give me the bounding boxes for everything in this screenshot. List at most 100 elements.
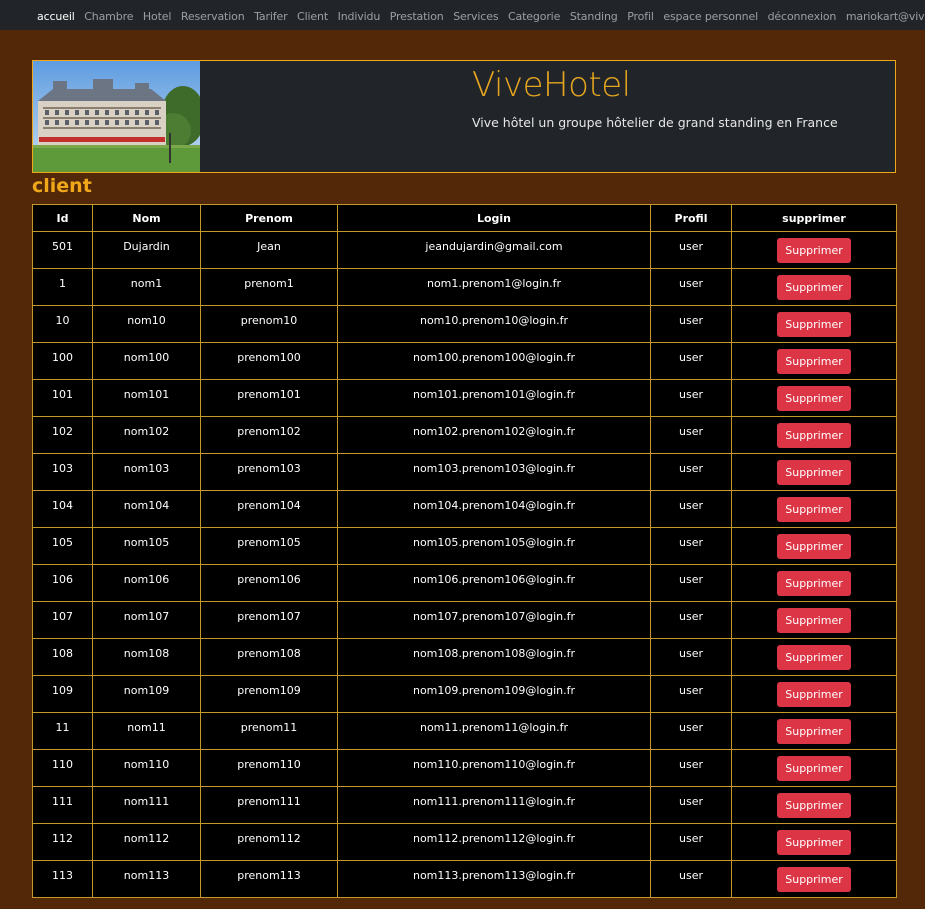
cell-prenom: prenom109	[200, 675, 338, 713]
cell-id: 101	[32, 379, 93, 417]
table-row: 11 nom11 prenom11 nom11.prenom11@login.fr us…	[32, 712, 897, 750]
cell-profil: user	[650, 342, 732, 380]
nav-item-services[interactable]: Services	[453, 10, 498, 23]
nav-item-profil[interactable]: Profil	[627, 10, 654, 23]
delete-button[interactable]: Supprimer	[777, 386, 851, 411]
cell-login: nom1.prenom1@login.fr	[337, 268, 651, 306]
nav-item-accueil[interactable]: accueil	[37, 10, 75, 23]
nav-item-client[interactable]: Client	[297, 10, 328, 23]
cell-profil: user	[650, 564, 732, 602]
cell-supprimer: Supprimer	[731, 860, 897, 898]
cell-login: nom10.prenom10@login.fr	[337, 305, 651, 343]
cell-prenom: prenom107	[200, 601, 338, 639]
table-row: 112 nom112 prenom112 nom112.prenom112@login…	[32, 823, 897, 861]
cell-id: 102	[32, 416, 93, 454]
cell-prenom: prenom102	[200, 416, 338, 454]
cell-supprimer: Supprimer	[731, 416, 897, 454]
cell-supprimer: Supprimer	[731, 823, 897, 861]
delete-button[interactable]: Supprimer	[777, 534, 851, 559]
delete-button[interactable]: Supprimer	[777, 867, 851, 892]
cell-supprimer: Supprimer	[731, 638, 897, 676]
header-banner: ViveHotel Vive hôtel un groupe hôtelier …	[32, 60, 896, 173]
nav-item-standing[interactable]: Standing	[570, 10, 618, 23]
cell-prenom: prenom112	[200, 823, 338, 861]
delete-button[interactable]: Supprimer	[777, 423, 851, 448]
delete-button[interactable]: Supprimer	[777, 497, 851, 522]
cell-nom: Dujardin	[92, 231, 201, 269]
cell-nom: nom11	[92, 712, 201, 750]
delete-button[interactable]: Supprimer	[777, 238, 851, 263]
cell-id: 100	[32, 342, 93, 380]
cell-profil: user	[650, 453, 732, 491]
cell-profil: user	[650, 638, 732, 676]
cell-login: nom111.prenom111@login.fr	[337, 786, 651, 824]
cell-id: 11	[32, 712, 93, 750]
cell-supprimer: Supprimer	[731, 601, 897, 639]
cell-login: nom102.prenom102@login.fr	[337, 416, 651, 454]
delete-button[interactable]: Supprimer	[777, 460, 851, 485]
cell-prenom: prenom100	[200, 342, 338, 380]
delete-button[interactable]: Supprimer	[777, 275, 851, 300]
cell-supprimer: Supprimer	[731, 305, 897, 343]
delete-button[interactable]: Supprimer	[777, 349, 851, 374]
cell-nom: nom110	[92, 749, 201, 787]
nav-item-chambre[interactable]: Chambre	[84, 10, 133, 23]
nav-menu: accueil Chambre Hotel Reservation Tarifer Cli…	[37, 5, 925, 24]
col-header-supprimer: supprimer	[731, 204, 897, 232]
table-row: 110 nom110 prenom110 nom110.prenom110@login…	[32, 749, 897, 787]
nav-item-espace-personnel[interactable]: espace personnel	[663, 10, 758, 23]
cell-nom: nom100	[92, 342, 201, 380]
cell-supprimer: Supprimer	[731, 675, 897, 713]
cell-profil: user	[650, 379, 732, 417]
cell-prenom: prenom104	[200, 490, 338, 528]
table-row: 100 nom100 prenom100 nom100.prenom100@login…	[32, 342, 897, 380]
client-table-container: Id Nom Prenom Login Profil supprimer 501…	[32, 204, 897, 898]
delete-button[interactable]: Supprimer	[777, 312, 851, 337]
cell-login: nom103.prenom103@login.fr	[337, 453, 651, 491]
delete-button[interactable]: Supprimer	[777, 756, 851, 781]
cell-profil: user	[650, 749, 732, 787]
delete-button[interactable]: Supprimer	[777, 608, 851, 633]
nav-item-mariokart-vivehotel-fr[interactable]: mariokart@vivehotel.fr	[846, 10, 925, 23]
cell-profil: user	[650, 712, 732, 750]
nav-item-categorie[interactable]: Categorie	[508, 10, 560, 23]
page-title: client	[32, 175, 92, 197]
cell-login: nom106.prenom106@login.fr	[337, 564, 651, 602]
cell-prenom: prenom101	[200, 379, 338, 417]
cell-prenom: prenom103	[200, 453, 338, 491]
cell-login: nom110.prenom110@login.fr	[337, 749, 651, 787]
cell-profil: user	[650, 416, 732, 454]
cell-id: 1	[32, 268, 93, 306]
cell-nom: nom106	[92, 564, 201, 602]
delete-button[interactable]: Supprimer	[777, 682, 851, 707]
delete-button[interactable]: Supprimer	[777, 719, 851, 744]
table-row: 103 nom103 prenom103 nom103.prenom103@login…	[32, 453, 897, 491]
table-row: 101 nom101 prenom101 nom101.prenom101@login…	[32, 379, 897, 417]
cell-nom: nom1	[92, 268, 201, 306]
cell-nom: nom104	[92, 490, 201, 528]
top-navbar: accueil Chambre Hotel Reservation Tarifer Cli…	[0, 0, 925, 30]
cell-profil: user	[650, 268, 732, 306]
nav-item-hotel[interactable]: Hotel	[143, 10, 172, 23]
cell-id: 112	[32, 823, 93, 861]
table-row: 111 nom111 prenom111 nom111.prenom111@login…	[32, 786, 897, 824]
client-table: Id Nom Prenom Login Profil supprimer 501…	[32, 204, 897, 898]
site-subtitle: Vive hôtel un groupe hôtelier de grand s…	[472, 115, 838, 130]
nav-item-reservation[interactable]: Reservation	[181, 10, 245, 23]
cell-profil: user	[650, 601, 732, 639]
delete-button[interactable]: Supprimer	[777, 571, 851, 596]
cell-prenom: Jean	[200, 231, 338, 269]
cell-supprimer: Supprimer	[731, 453, 897, 491]
nav-item-tarifer[interactable]: Tarifer	[254, 10, 287, 23]
delete-button[interactable]: Supprimer	[777, 830, 851, 855]
nav-item-d-connexion[interactable]: déconnexion	[768, 10, 837, 23]
delete-button[interactable]: Supprimer	[777, 645, 851, 670]
nav-item-individu[interactable]: Individu	[338, 10, 381, 23]
delete-button[interactable]: Supprimer	[777, 793, 851, 818]
cell-login: nom105.prenom105@login.fr	[337, 527, 651, 565]
cell-nom: nom109	[92, 675, 201, 713]
cell-prenom: prenom108	[200, 638, 338, 676]
cell-id: 110	[32, 749, 93, 787]
nav-item-prestation[interactable]: Prestation	[390, 10, 444, 23]
cell-id: 108	[32, 638, 93, 676]
